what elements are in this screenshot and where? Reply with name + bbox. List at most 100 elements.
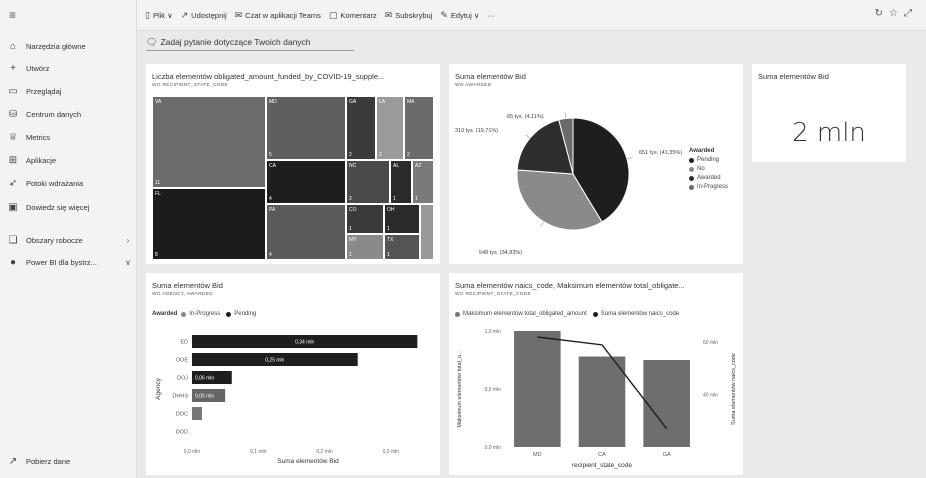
toolbar-comment-button[interactable]: ▢ Komentarz <box>329 10 377 21</box>
powerbi-icon: ● <box>9 256 17 268</box>
x-tick-label: 0,3 mln <box>383 449 400 455</box>
bar-doc[interactable] <box>192 407 202 420</box>
book-icon: ▣ <box>8 201 18 213</box>
sidebar-item-utwórz[interactable]: + Utwórz <box>0 57 136 79</box>
visual-subtitle: WG AGENCY, AWARDED <box>152 292 213 297</box>
left-navigation: ≡ ⌂ Narzędzia główne + Utwórz ▭ Przeglądaj ⛁ Ce… <box>0 0 137 478</box>
x-axis-title: recipient_state_code <box>572 462 632 469</box>
sidebar-item-dowiedz-się-więcej[interactable]: ▣ Dowiedz się więcej <box>0 196 136 218</box>
legend-item-awarded[interactable]: Awarded <box>689 175 728 181</box>
toolbar-share-button[interactable]: ↗ Udostępnij <box>181 10 227 21</box>
legend-dot <box>455 311 460 317</box>
kpi-card[interactable]: Suma elementów Bid 2 mln <box>752 64 906 162</box>
toolbar-more-button[interactable]: ··· <box>487 11 495 20</box>
pie-visual[interactable]: Suma elementów Bid WG AWARDED 65 tys. (4… <box>449 64 743 264</box>
sidebar-item-power-bi-dla-bystrz[interactable]: ● Power BI dla bystrz... ∨ <box>0 251 136 273</box>
refresh-icon[interactable]: ↻ <box>875 8 889 19</box>
x-tick-label: MD <box>533 452 542 458</box>
treemap-tile-pa[interactable]: PA 4 <box>266 204 346 260</box>
legend-dot <box>689 184 694 190</box>
legend-title: Awarded <box>152 311 178 317</box>
x-axis-title: Suma elementów Bid <box>277 458 339 465</box>
bar-legend: Awarded In-Progress Pending <box>152 311 256 317</box>
bar-data-label: 0,34 mln <box>295 340 314 346</box>
card-title: Suma elementów Bid <box>758 72 829 81</box>
toolbar-file-button[interactable]: ▯ Plik ∨ <box>145 10 173 21</box>
folder-icon: ▭ <box>8 85 18 97</box>
comment-icon: ▢ <box>328 9 338 20</box>
sidebar-item-potoki-wdrażania[interactable]: ➶ Potoki wdrażania <box>0 172 136 194</box>
combo-bar-ga[interactable] <box>643 360 690 447</box>
sidebar-item-aplikacje[interactable]: ⊞ Aplikacje <box>0 149 136 171</box>
left-y-tick-label: 0,5 mln <box>485 387 502 393</box>
legend-item-max-total-obligated[interactable]: Maksimum elementów total_obligated_amoun… <box>455 311 587 317</box>
combo-chart-visual[interactable]: Suma elementów naics_code, Maksimum elem… <box>449 273 743 475</box>
treemap-tile-ca[interactable]: CA 4 <box>266 160 346 204</box>
legend-item-pending[interactable]: Pending <box>689 157 728 163</box>
sidebar-item-metrics[interactable]: ♕ Metrics <box>0 126 136 148</box>
treemap-tile-al[interactable]: AL 1 <box>390 160 412 204</box>
sidebar-item-przeglądaj[interactable]: ▭ Przeglądaj <box>0 80 136 102</box>
file-icon: ▯ <box>145 9 150 20</box>
legend-item-pending[interactable]: Pending <box>226 311 256 317</box>
sidebar-item-centrum-danych[interactable]: ⛁ Centrum danych <box>0 103 136 125</box>
legend-item-in-progress[interactable]: In-Progress <box>181 311 220 317</box>
qna-input[interactable]: 🗨 Zadaj pytanie dotyczące Twoich danych <box>146 34 354 51</box>
pie-leader-line <box>525 134 531 139</box>
combo-bar-md[interactable] <box>514 331 561 447</box>
arrow-up-right-icon: ↗ <box>8 455 18 467</box>
toolbar-edit-button[interactable]: ✎ Edytuj ∨ <box>440 10 479 21</box>
chevron-down-icon[interactable]: ∨ <box>120 258 136 267</box>
expand-icon[interactable]: ⤢ <box>904 8 918 19</box>
card-value: 2 mln <box>792 118 866 148</box>
treemap-tile-my[interactable]: MY 1 <box>346 234 384 260</box>
bar-chart: ED 0,34 mln DOE 0,25 mln DOJ 0,06 mln DHHS 0,05… <box>155 335 418 465</box>
workspaces-icon: ❏ <box>8 234 18 246</box>
pie-data-label-awarded: 310 tys. (19,71%) <box>455 128 498 134</box>
bar-category-label: DOD <box>176 430 188 436</box>
toolbar-subscribe-button[interactable]: ✉ Subskrybuj <box>385 10 433 21</box>
treemap-tile-ga[interactable]: GA 2 <box>346 96 376 160</box>
treemap-tile-va[interactable]: VA 11 <box>152 96 266 188</box>
chevron-right-icon[interactable]: › <box>120 236 136 245</box>
legend-item-no[interactable]: No <box>689 166 728 172</box>
bar-chart-visual[interactable]: Suma elementów Bid WG AGENCY, AWARDED Aw… <box>146 273 440 475</box>
legend-item-sum-naics-code[interactable]: Suma elementów naics_code <box>592 311 679 317</box>
get-data-link[interactable]: ↗ Pobierz dane <box>0 450 136 472</box>
visual-title: Suma elementów Bid <box>152 281 223 290</box>
bar-category-label: DHHS <box>172 394 188 400</box>
visual-subtitle: WG RECIPIENT_STATE_CODE <box>455 292 532 297</box>
pie-data-label-in-progress: 65 tys. (4,11%) <box>507 114 544 120</box>
treemap-tile-ma[interactable]: MA 2 <box>404 96 434 160</box>
treemap-tile-md[interactable]: MD 5 <box>266 96 346 160</box>
treemap-tile-la[interactable]: LA 2 <box>376 96 404 160</box>
x-tick-label: CA <box>598 452 606 458</box>
sidebar-item-obszary-robocze[interactable]: ❏ Obszary robocze › <box>0 229 136 251</box>
treemap-tile-other[interactable] <box>420 204 434 260</box>
treemap-tile-fl[interactable]: FL 8 <box>152 188 266 260</box>
treemap-tile-az[interactable]: AZ 1 <box>412 160 434 204</box>
legend-dot <box>181 311 187 317</box>
treemap-visual[interactable]: Liczba elementów obligated_amount_funded… <box>146 64 440 264</box>
x-tick-label: GA <box>663 452 671 458</box>
left-y-axis-title: Maksimum elementów total_o... <box>457 350 463 428</box>
combo-bar-ca[interactable] <box>578 356 626 447</box>
share-icon: ↗ <box>180 9 189 20</box>
toolbar-teams-button[interactable]: ✉ Czat w aplikacji Teams <box>235 10 321 21</box>
sidebar-item-narzędzia-główne[interactable]: ⌂ Narzędzia główne <box>0 35 136 57</box>
bar-category-label: ED <box>180 340 188 346</box>
treemap-tile-oh[interactable]: OH 1 <box>384 204 420 234</box>
treemap-tile-nc[interactable]: NC 2 <box>346 160 390 204</box>
pie-data-label-no: 548 tys. (34,83%) <box>479 250 522 256</box>
bar-data-label: 0,05 mln <box>195 394 214 400</box>
home-icon: ⌂ <box>9 40 17 52</box>
left-y-tick-label: 1,0 mln <box>485 329 502 335</box>
bar-data-label: 0,25 mln <box>265 358 284 364</box>
hamburger-menu-icon[interactable]: ≡ <box>9 8 16 22</box>
x-tick-label: 0,0 mln <box>184 449 201 455</box>
treemap-tile-co[interactable]: CO 1 <box>346 204 384 234</box>
trophy-icon: ♕ <box>8 131 18 143</box>
treemap-tile-tx[interactable]: TX 1 <box>384 234 420 260</box>
favorite-star-icon[interactable]: ☆ <box>889 8 904 19</box>
legend-item-in-progress[interactable]: In-Progress <box>689 184 728 190</box>
